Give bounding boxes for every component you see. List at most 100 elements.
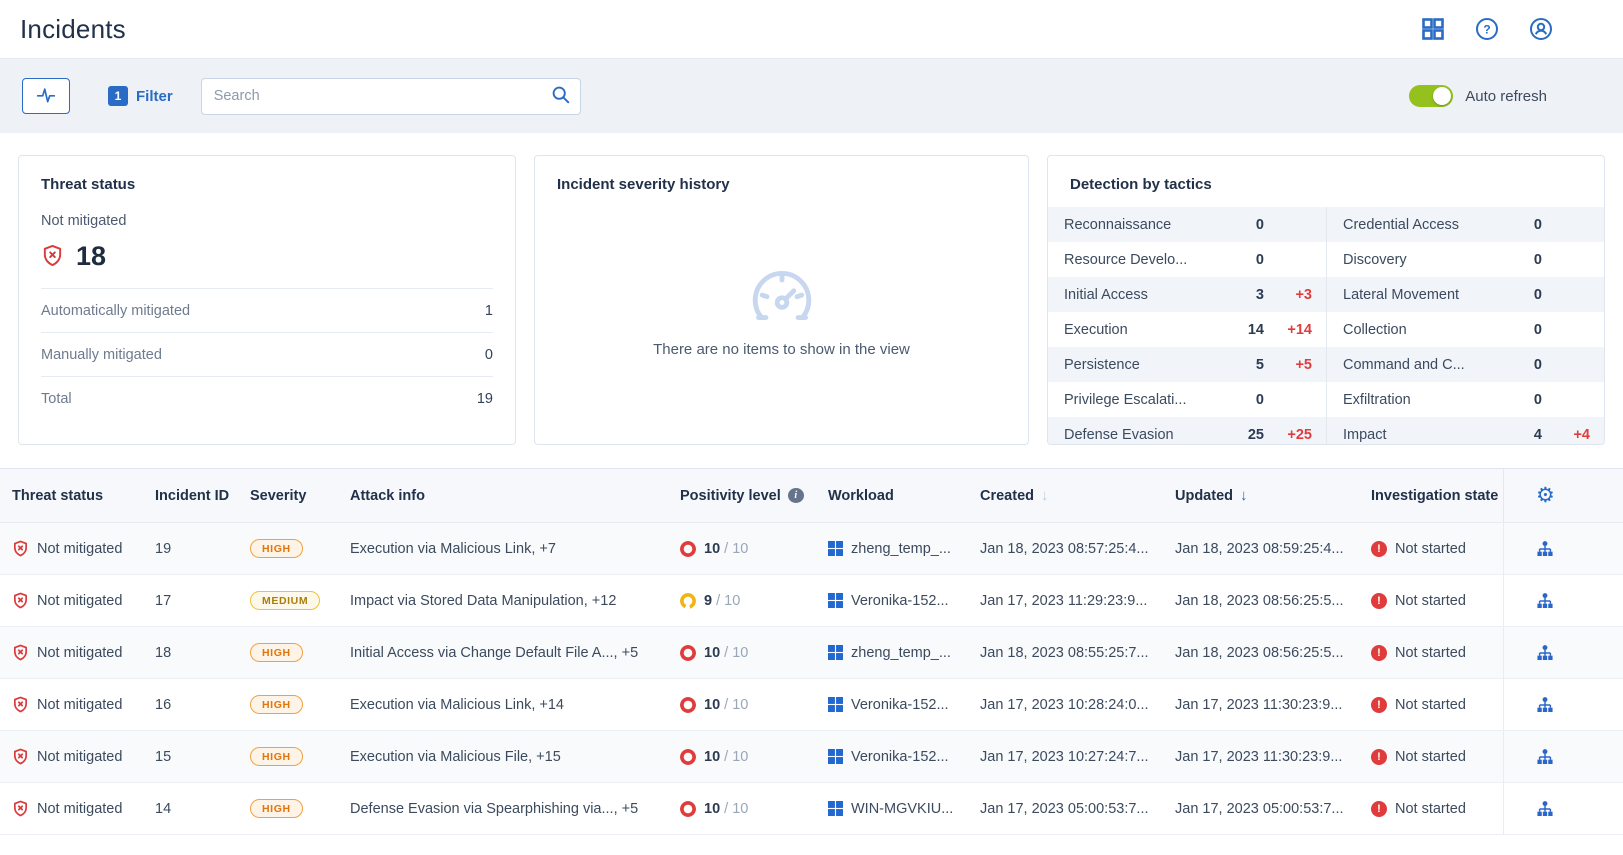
investigation-state-text: Not started [1395,645,1466,661]
gear-icon[interactable]: ⚙ [1536,485,1555,506]
incident-id-cell: 15 [145,749,240,765]
search-input[interactable] [214,88,551,104]
sort-down-icon[interactable]: ↓ [1240,487,1248,504]
table-row[interactable]: Not mitigated 17 MEDIUM Impact via Store… [0,575,1623,627]
table-settings-cell: ⚙ [1503,469,1623,522]
positivity-max: / 10 [724,749,748,765]
investigate-hierarchy-icon[interactable] [1536,644,1554,662]
workload-name: zheng_temp_... [851,645,951,661]
incidents-table: Threat status Incident ID Severity Attac… [0,468,1623,835]
summary-cards: Threat status Not mitigated 18 Automatic… [0,133,1623,445]
col-header-attack-info[interactable]: Attack info [340,488,670,504]
col-header-incident-id[interactable]: Incident ID [145,488,240,504]
table-header-row: Threat status Incident ID Severity Attac… [0,468,1623,523]
col-header-positivity-level[interactable]: Positivity level i [670,488,818,504]
created-cell: Jan 17, 2023 10:27:24:7... [970,749,1165,765]
not-mitigated-shield-icon [12,748,29,765]
help-icon[interactable]: ? [1475,17,1499,41]
col-header-workload[interactable]: Workload [818,488,970,504]
filter-control[interactable]: 1 Filter [108,86,173,106]
positivity-max: / 10 [724,645,748,661]
created-cell: Jan 18, 2023 08:57:25:4... [970,541,1165,557]
activity-button[interactable] [22,78,70,114]
not-started-exclamation-icon: ! [1371,697,1387,713]
incident-id-cell: 17 [145,593,240,609]
threat-status-text: Not mitigated [37,749,122,765]
positivity-ring-icon [680,801,696,817]
search-box [201,78,581,115]
row-action-cell [1503,523,1623,574]
tactic-row: Impact 4 +4 [1327,417,1604,445]
investigate-hierarchy-icon[interactable] [1536,748,1554,766]
updated-cell: Jan 17, 2023 05:00:53:7... [1165,801,1361,817]
workload-cell: WIN-MGVKIU... [818,801,970,817]
windows-logo-icon [828,541,843,556]
windows-logo-icon [828,593,843,608]
table-row[interactable]: Not mitigated 14 HIGH Defense Evasion vi… [0,783,1623,835]
search-icon[interactable] [551,85,570,107]
investigation-state-text: Not started [1395,801,1466,817]
attack-info-cell[interactable]: Execution via Malicious Link, +7 [340,541,670,557]
severity-cell: HIGH [240,747,340,766]
table-row[interactable]: Not mitigated 15 HIGH Execution via Mali… [0,731,1623,783]
tactic-row: Collection 0 [1327,312,1604,347]
attack-info-cell[interactable]: Execution via Malicious File, +15 [340,749,670,765]
investigate-hierarchy-icon[interactable] [1536,800,1554,818]
severity-history-card: Incident severity history There are no i… [534,155,1029,445]
account-icon[interactable] [1529,17,1553,41]
tactic-row: Persistence 5 +5 [1048,347,1326,382]
apps-grid-icon[interactable] [1421,17,1445,41]
col-header-threat-status[interactable]: Threat status [0,488,145,504]
threat-status-text: Not mitigated [37,593,122,609]
tactic-delta: +4 [1542,427,1590,443]
investigate-hierarchy-icon[interactable] [1536,592,1554,610]
tactics-column-right: Credential Access 0 Discovery 0 Lateral … [1326,207,1604,445]
threat-status-cell: Not mitigated [0,540,145,557]
filter-label: Filter [136,88,173,105]
col-header-investigation-state[interactable]: Investigation state [1361,488,1503,504]
threat-status-text: Not mitigated [37,645,122,661]
attack-info-cell[interactable]: Defense Evasion via Spearphishing via...… [340,801,670,817]
investigate-hierarchy-icon[interactable] [1536,696,1554,714]
windows-logo-icon [828,697,843,712]
sort-down-icon[interactable]: ↓ [1041,487,1049,504]
not-started-exclamation-icon: ! [1371,749,1387,765]
col-header-updated[interactable]: Updated ↓ [1165,487,1361,504]
auto-refresh-control: Auto refresh [1409,85,1605,107]
auto-refresh-toggle[interactable] [1409,85,1453,107]
investigate-hierarchy-icon[interactable] [1536,540,1554,558]
severity-cell: HIGH [240,799,340,818]
attack-info-cell[interactable]: Initial Access via Change Default File A… [340,645,670,661]
positivity-ring-icon [680,645,696,661]
positivity-value: 10 [704,645,720,661]
positivity-cell: 10/ 10 [670,541,818,557]
info-icon[interactable]: i [788,488,804,503]
investigation-state-text: Not started [1395,749,1466,765]
col-header-created[interactable]: Created ↓ [970,487,1165,504]
tactic-name: Resource Develo... [1064,252,1228,268]
tactic-count: 14 [1228,322,1264,338]
positivity-cell: 10/ 10 [670,697,818,713]
positivity-cell: 9/ 10 [670,593,818,609]
positivity-cell: 10/ 10 [670,801,818,817]
tactic-name: Collection [1343,322,1506,338]
tactic-count: 0 [1506,217,1542,233]
attack-info-cell[interactable]: Impact via Stored Data Manipulation, +12 [340,593,670,609]
incident-id-cell: 14 [145,801,240,817]
table-row[interactable]: Not mitigated 16 HIGH Execution via Mali… [0,679,1623,731]
attack-info-cell[interactable]: Execution via Malicious Link, +14 [340,697,670,713]
workload-name: Veronika-152... [851,593,949,609]
threat-status-text: Not mitigated [37,801,122,817]
workload-cell: zheng_temp_... [818,541,970,557]
col-header-severity[interactable]: Severity [240,488,340,504]
table-row[interactable]: Not mitigated 19 HIGH Execution via Mali… [0,523,1623,575]
tactic-count: 0 [1228,392,1264,408]
tactic-row: Resource Develo... 0 [1048,242,1326,277]
workload-cell: Veronika-152... [818,749,970,765]
stat-value: 19 [477,391,493,407]
severity-badge: HIGH [250,695,303,714]
stat-label: Total [41,391,72,407]
tactic-name: Lateral Movement [1343,287,1506,303]
row-action-cell [1503,731,1623,782]
table-row[interactable]: Not mitigated 18 HIGH Initial Access via… [0,627,1623,679]
